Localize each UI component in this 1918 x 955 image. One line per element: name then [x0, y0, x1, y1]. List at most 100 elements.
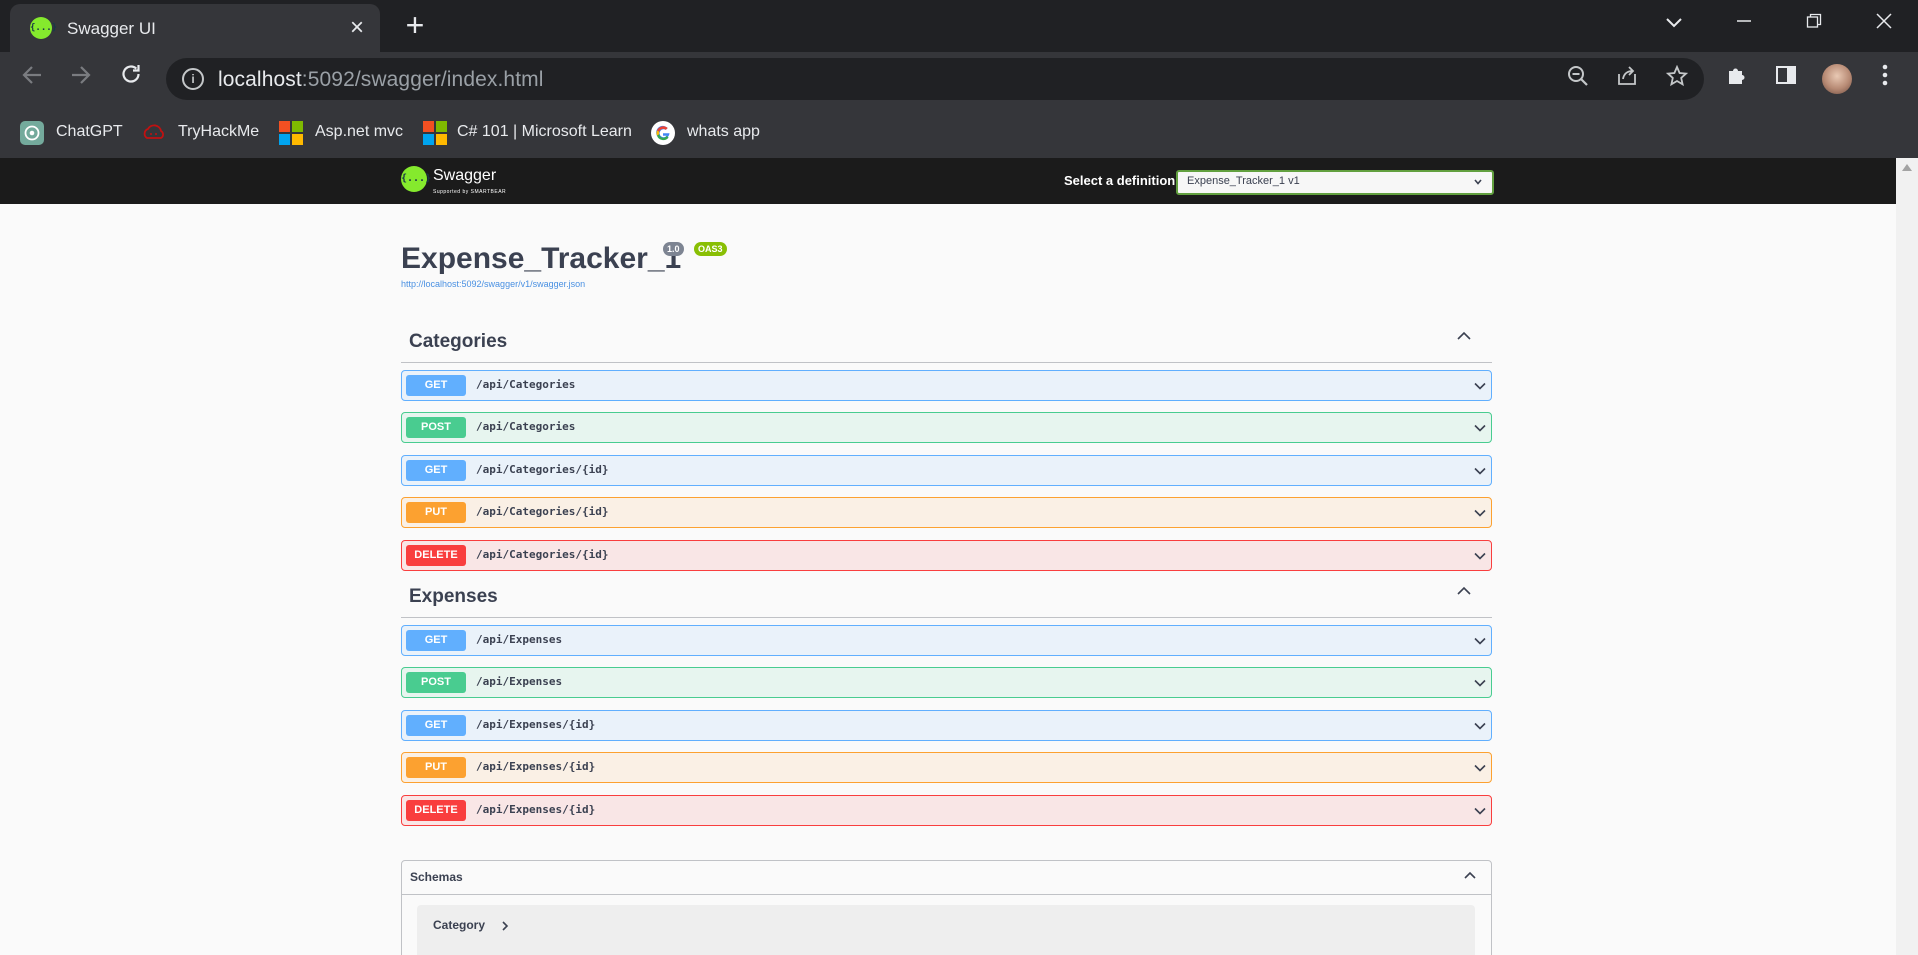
chevron-up-icon[interactable] — [1456, 583, 1472, 604]
tag-section-expenses[interactable]: Expenses — [401, 577, 1492, 618]
chatgpt-icon — [20, 121, 44, 145]
version-badge: 1.0 — [663, 242, 684, 256]
close-tab-icon[interactable]: × — [342, 13, 372, 43]
microsoft-icon — [423, 121, 447, 145]
tryhackme-icon — [143, 124, 164, 139]
browser-tab[interactable]: {...} Swagger UI × — [10, 4, 380, 52]
zoom-icon[interactable] — [1564, 65, 1592, 93]
chevron-down-icon[interactable] — [1473, 379, 1487, 393]
swagger-brand-sub: Supported by SMARTBEAR — [433, 189, 507, 195]
chevron-up-icon[interactable] — [1456, 328, 1472, 349]
tab-title: Swagger UI — [67, 19, 156, 38]
bookmark-aspnet-mvc[interactable]: Asp.net mvc — [279, 119, 409, 145]
operation-get-category-by-id[interactable]: GET /api/Categories/{id} — [401, 455, 1492, 486]
operation-post-categories[interactable]: POST /api/Categories — [401, 412, 1492, 443]
method-badge: DELETE — [406, 800, 466, 821]
extensions-puzzle-icon[interactable] — [1722, 64, 1752, 94]
chevron-down-icon[interactable] — [1473, 676, 1487, 690]
browser-tab-strip: {...} Swagger UI × + — [0, 0, 1918, 52]
oas-badge: OAS3 — [694, 242, 727, 256]
operation-path: /api/Expenses — [476, 675, 563, 688]
method-badge: PUT — [406, 502, 466, 523]
schemas-section: Schemas Category — [401, 860, 1492, 955]
profile-avatar[interactable] — [1822, 64, 1852, 94]
operation-get-categories[interactable]: GET /api/Categories — [401, 370, 1492, 401]
tag-name: Categories — [409, 331, 508, 352]
scroll-up-arrow-icon[interactable] — [1902, 164, 1912, 171]
operation-path: /api/Categories/{id} — [476, 548, 609, 561]
chevron-down-icon[interactable] — [1473, 719, 1487, 733]
back-arrow-icon[interactable] — [14, 61, 50, 97]
swagger-topbar: {...} Swagger Supported by SMARTBEAR Sel… — [0, 158, 1896, 204]
divider — [402, 894, 1491, 895]
method-badge: GET — [406, 715, 466, 736]
bookmark-star-icon[interactable] — [1663, 64, 1691, 93]
close-window-icon[interactable] — [1867, 8, 1901, 38]
bookmark-chatgpt[interactable]: ChatGPT — [20, 119, 123, 145]
operation-put-category[interactable]: PUT /api/Categories/{id} — [401, 497, 1492, 528]
bookmarks-bar: ChatGPT TryHackMe Asp.net mvc C# 101 | M… — [0, 106, 1918, 159]
site-info-icon[interactable]: i — [182, 68, 204, 90]
operation-delete-category[interactable]: DELETE /api/Categories/{id} — [401, 540, 1492, 571]
side-panel-icon[interactable] — [1771, 64, 1801, 94]
operation-get-expenses[interactable]: GET /api/Expenses — [401, 625, 1492, 656]
method-badge: GET — [406, 630, 466, 651]
chevron-down-icon — [1473, 173, 1483, 190]
chevron-down-icon[interactable] — [1473, 506, 1487, 520]
tag-name: Expenses — [409, 586, 498, 607]
swagger-favicon-icon: {...} — [30, 17, 57, 39]
swagger-logo-icon[interactable]: {...} — [401, 166, 431, 192]
share-icon[interactable] — [1613, 65, 1641, 93]
microsoft-icon — [279, 121, 303, 145]
bookmark-tryhackme[interactable]: TryHackMe — [142, 119, 262, 145]
definition-select[interactable]: Expense_Tracker_1 v1 — [1176, 170, 1494, 195]
api-title: Expense_Tracker_1 — [401, 242, 682, 275]
google-icon — [651, 121, 675, 145]
method-badge: DELETE — [406, 545, 466, 566]
menu-kebab-icon[interactable] — [1870, 64, 1900, 94]
chevron-down-icon[interactable] — [1473, 421, 1487, 435]
chevron-right-icon[interactable] — [499, 916, 511, 935]
method-badge: GET — [406, 460, 466, 481]
bookmark-whats-app[interactable]: whats app — [651, 119, 761, 145]
restore-icon[interactable] — [1797, 8, 1831, 38]
page-viewport: {...} Swagger Supported by SMARTBEAR Sel… — [0, 158, 1896, 955]
method-badge: POST — [406, 672, 466, 693]
tag-section-categories[interactable]: Categories — [401, 322, 1492, 363]
minimize-icon[interactable] — [1727, 8, 1761, 38]
operation-path: /api/Categories — [476, 378, 576, 391]
operation-get-expense-by-id[interactable]: GET /api/Expenses/{id} — [401, 710, 1492, 741]
operation-path: /api/Categories/{id} — [476, 463, 609, 476]
page-scrollbar[interactable] — [1896, 158, 1918, 955]
address-bar[interactable]: i localhost:5092/swagger/index.html — [166, 58, 1704, 100]
chevron-down-icon[interactable] — [1473, 549, 1487, 563]
spec-url-link[interactable]: http://localhost:5092/swagger/v1/swagger… — [401, 279, 585, 289]
operation-post-expenses[interactable]: POST /api/Expenses — [401, 667, 1492, 698]
method-badge: GET — [406, 375, 466, 396]
url-text[interactable]: localhost:5092/swagger/index.html — [218, 68, 544, 92]
new-tab-icon[interactable]: + — [398, 8, 432, 42]
chevron-up-icon[interactable] — [1463, 868, 1477, 885]
forward-arrow-icon[interactable] — [63, 61, 99, 97]
chevron-down-icon[interactable] — [1473, 464, 1487, 478]
method-badge: POST — [406, 417, 466, 438]
chevron-down-icon[interactable] — [1473, 804, 1487, 818]
definition-value: Expense_Tracker_1 v1 — [1187, 175, 1300, 187]
reload-icon[interactable] — [113, 61, 149, 97]
bookmark-csharp-101[interactable]: C# 101 | Microsoft Learn — [423, 119, 633, 145]
definition-label: Select a definition — [1064, 173, 1176, 188]
schema-model-category[interactable]: Category — [417, 905, 1475, 955]
method-badge: PUT — [406, 757, 466, 778]
operation-path: /api/Expenses/{id} — [476, 718, 596, 731]
tab-search-chevron-icon[interactable] — [1657, 8, 1691, 38]
schema-name: Category — [433, 918, 486, 932]
operation-path: /api/Categories — [476, 420, 576, 433]
chevron-down-icon[interactable] — [1473, 761, 1487, 775]
swagger-brand[interactable]: Swagger — [433, 167, 496, 185]
operation-delete-expense[interactable]: DELETE /api/Expenses/{id} — [401, 795, 1492, 826]
schemas-title[interactable]: Schemas — [410, 870, 463, 884]
chevron-down-icon[interactable] — [1473, 634, 1487, 648]
operation-path: /api/Expenses/{id} — [476, 760, 596, 773]
operation-put-expense[interactable]: PUT /api/Expenses/{id} — [401, 752, 1492, 783]
operation-path: /api/Expenses — [476, 633, 563, 646]
